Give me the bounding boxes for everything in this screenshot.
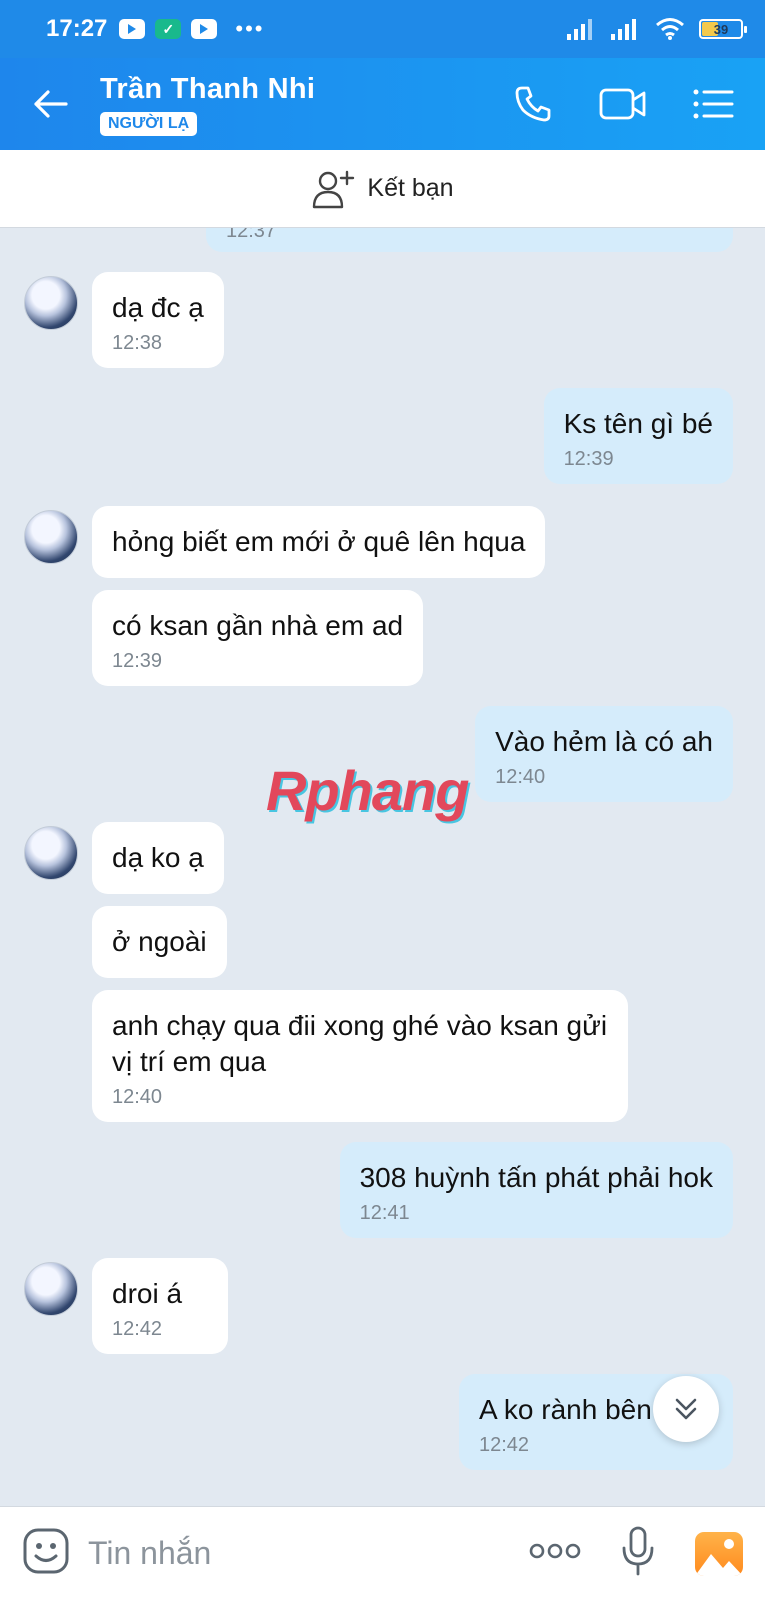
add-friend-icon	[313, 170, 355, 208]
message-bubble-in[interactable]: dạ ko ạ	[92, 822, 224, 894]
more-options-button[interactable]	[529, 1541, 581, 1566]
double-chevron-down-icon	[675, 1398, 697, 1420]
avatar[interactable]	[24, 1262, 78, 1316]
message-bubble-in[interactable]: droi á 12:42	[92, 1258, 229, 1354]
message-time: 12:40	[112, 1086, 163, 1108]
back-button[interactable]	[0, 58, 100, 150]
message-bubble-out[interactable]: Ks tên gì bé 12:39	[543, 388, 733, 484]
message-bubble-in[interactable]: có ksan gần nhà em ad 12:39	[92, 590, 424, 686]
message-time: 12:40	[495, 766, 546, 788]
message-time: 12:37	[226, 228, 277, 242]
message-text: Ks tên gì bé	[563, 408, 713, 439]
image-icon	[695, 1538, 743, 1576]
sticker-smile-icon	[23, 1528, 69, 1574]
status-bar: 17:27 ✓ ••• 39	[0, 0, 765, 58]
battery-level: 39	[713, 21, 729, 37]
arrow-left-icon	[34, 90, 68, 118]
message-text: dạ ko ạ	[112, 842, 204, 873]
message-composer: Tin nhắn	[0, 1506, 765, 1600]
send-image-button[interactable]	[695, 1531, 743, 1576]
status-time: 17:27	[46, 15, 108, 42]
message-bubble-in[interactable]: hỏng biết em mới ở quê lên hqua	[92, 506, 546, 578]
list-menu-icon	[693, 89, 734, 119]
message-time: 12:41	[359, 1202, 410, 1224]
message-bubble-out[interactable]: 308 huỳnh tấn phát phải hok 12:41	[339, 1142, 733, 1238]
signal-icon	[611, 19, 636, 40]
emoji-button[interactable]	[22, 1527, 70, 1580]
scroll-to-bottom-button[interactable]	[653, 1376, 719, 1442]
message-bubble-in[interactable]: ở ngoài	[92, 906, 227, 978]
youtube-icon	[191, 19, 218, 39]
message-text: droi á	[112, 1278, 183, 1309]
video-camera-icon	[599, 88, 646, 120]
options-menu-button[interactable]	[687, 78, 739, 130]
message-text: 308 huỳnh tấn phát phải hok	[359, 1162, 713, 1193]
message-time: 12:39	[563, 448, 614, 470]
message-text: anh chạy qua đii xong ghé vào ksan gửi v…	[112, 1010, 608, 1077]
message-text: ở ngoài	[112, 926, 207, 957]
message-time: 12:42	[112, 1318, 163, 1340]
call-button[interactable]	[507, 78, 559, 130]
message-text: Vào hẻm là có ah	[495, 726, 713, 757]
check-app-icon: ✓	[155, 19, 182, 39]
video-call-button[interactable]	[597, 78, 649, 130]
phone-icon	[515, 86, 551, 122]
message-list[interactable]: 12:37 dạ đc ạ 12:38 Ks tên gì bé 12:39 h…	[0, 228, 765, 1506]
message-bubble-out[interactable]: Vào hẻm là có ah 12:40	[475, 706, 733, 802]
voice-record-button[interactable]	[621, 1526, 655, 1581]
battery-icon: 39	[699, 19, 747, 39]
microphone-icon	[622, 1526, 654, 1576]
message-text: hỏng biết em mới ở quê lên hqua	[112, 526, 526, 557]
message-time: 12:38	[112, 332, 163, 354]
message-text: A ko rành bên	[479, 1394, 652, 1425]
message-time: 12:39	[112, 650, 163, 672]
add-friend-bar[interactable]: Kết bạn	[0, 150, 765, 228]
stranger-badge: NGƯỜI LẠ	[100, 111, 198, 136]
notification-icons: ✓	[119, 19, 218, 39]
more-dots-icon	[529, 1543, 581, 1559]
watermark-logo: Rphang	[266, 759, 469, 822]
message-text: có ksan gần nhà em ad	[112, 610, 404, 641]
message-text: dạ đc ạ	[112, 292, 204, 323]
wifi-icon	[656, 18, 684, 40]
more-notifications-icon: •••	[235, 16, 265, 41]
signal-icon	[567, 19, 592, 40]
message-bubble-in[interactable]: dạ đc ạ 12:38	[92, 272, 224, 368]
avatar[interactable]	[24, 276, 78, 330]
contact-name[interactable]: Trần Thanh Nhi	[100, 73, 315, 106]
chat-header: Trần Thanh Nhi NGƯỜI LẠ	[0, 58, 765, 150]
youtube-icon	[119, 19, 146, 39]
message-input[interactable]: Tin nhắn	[88, 1535, 529, 1572]
avatar[interactable]	[24, 826, 78, 880]
add-friend-label: Kết bạn	[367, 174, 454, 202]
message-bubble-out[interactable]: 12:37	[206, 228, 733, 252]
message-bubble-in[interactable]: anh chạy qua đii xong ghé vào ksan gửi v…	[92, 990, 628, 1122]
avatar[interactable]	[24, 510, 78, 564]
